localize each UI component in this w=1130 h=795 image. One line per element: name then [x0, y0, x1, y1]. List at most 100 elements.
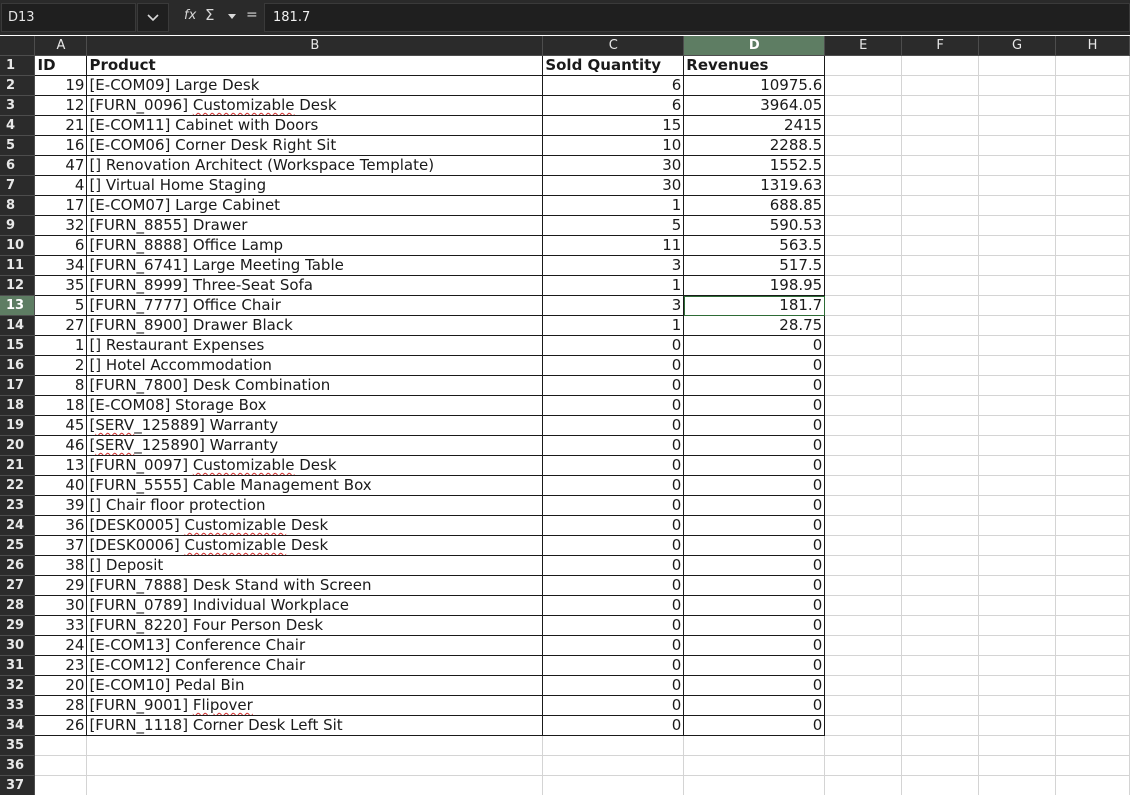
cell-g[interactable] — [978, 435, 1056, 456]
cell-e[interactable] — [824, 115, 903, 136]
cell-g[interactable] — [978, 55, 1056, 76]
cell-e[interactable] — [824, 335, 903, 356]
cell-e[interactable] — [824, 395, 903, 416]
cell-g[interactable] — [978, 635, 1056, 656]
cell-b[interactable] — [86, 735, 544, 756]
row-header[interactable]: 19 — [0, 415, 36, 436]
cell-id[interactable]: 20 — [34, 675, 88, 696]
row-header[interactable]: 24 — [0, 515, 36, 536]
cell-f[interactable] — [901, 255, 980, 276]
cell-revenues[interactable]: 0 — [683, 595, 826, 616]
cell-revenues[interactable]: 0 — [683, 335, 826, 356]
cell-e[interactable] — [824, 175, 903, 196]
cell-h[interactable] — [1055, 335, 1130, 356]
cell-e[interactable] — [824, 135, 903, 156]
cell-revenues[interactable]: 2415 — [683, 115, 826, 136]
cell-f[interactable] — [901, 335, 980, 356]
cell-sold-quantity[interactable]: 3 — [542, 295, 685, 316]
cell-revenues[interactable]: 590.53 — [683, 215, 826, 236]
cell-id[interactable]: 34 — [34, 255, 88, 276]
cell-g[interactable] — [978, 755, 1056, 776]
cell-revenues[interactable]: 2288.5 — [683, 135, 826, 156]
cell-product[interactable]: [] Hotel Accommodation — [86, 355, 544, 376]
cell-sold-quantity[interactable]: 10 — [542, 135, 685, 156]
cell-g[interactable] — [978, 115, 1056, 136]
cell-f[interactable] — [901, 735, 980, 756]
row-header[interactable]: 36 — [0, 755, 36, 776]
cell-f[interactable] — [901, 415, 980, 436]
row-header[interactable]: 18 — [0, 395, 36, 416]
cell-id[interactable]: 5 — [34, 295, 88, 316]
cell-g[interactable] — [978, 195, 1056, 216]
name-box[interactable]: D13 — [1, 3, 136, 32]
cell-id[interactable]: 30 — [34, 595, 88, 616]
cell-e[interactable] — [824, 415, 903, 436]
row-header[interactable]: 16 — [0, 355, 36, 376]
cell-f[interactable] — [901, 455, 980, 476]
cell-id[interactable]: 28 — [34, 695, 88, 716]
cell-h[interactable] — [1055, 515, 1130, 536]
cell-id[interactable]: 29 — [34, 575, 88, 596]
row-header[interactable]: 25 — [0, 535, 36, 556]
cell-sold-quantity[interactable]: 30 — [542, 155, 685, 176]
cell-f[interactable] — [901, 475, 980, 496]
cell-product[interactable]: [] Renovation Architect (Workspace Templ… — [86, 155, 544, 176]
cell-b[interactable] — [86, 755, 544, 776]
cell-f[interactable] — [901, 695, 980, 716]
cell-h[interactable] — [1055, 675, 1130, 696]
cell-id[interactable]: 27 — [34, 315, 88, 336]
row-header[interactable]: 33 — [0, 695, 36, 716]
cell-g[interactable] — [978, 135, 1056, 156]
sum-icon[interactable]: Σ — [205, 6, 214, 24]
cell-g[interactable] — [978, 75, 1056, 96]
cell-f[interactable] — [901, 715, 980, 736]
cell-id[interactable]: 46 — [34, 435, 88, 456]
cell-h[interactable] — [1055, 115, 1130, 136]
cell-sold-quantity[interactable]: 0 — [542, 695, 685, 716]
row-header[interactable]: 5 — [0, 135, 36, 156]
cell-e[interactable] — [824, 735, 903, 756]
row-header[interactable]: 15 — [0, 335, 36, 356]
cell-revenues[interactable]: 0 — [683, 555, 826, 576]
cell-f[interactable] — [901, 75, 980, 96]
cell-e[interactable] — [824, 475, 903, 496]
cell-revenues[interactable]: 0 — [683, 655, 826, 676]
cell-h[interactable] — [1055, 655, 1130, 676]
cell-product[interactable]: [FURN_1118] Corner Desk Left Sit — [86, 715, 544, 736]
cell-id[interactable]: 33 — [34, 615, 88, 636]
cell-product[interactable]: [] Deposit — [86, 555, 544, 576]
cell-revenues[interactable]: 1552.5 — [683, 155, 826, 176]
cell-g[interactable] — [978, 175, 1056, 196]
cell-sold-quantity[interactable]: 0 — [542, 395, 685, 416]
cell-id[interactable]: 32 — [34, 215, 88, 236]
cell-revenues[interactable]: 1319.63 — [683, 175, 826, 196]
cell-h[interactable] — [1055, 315, 1130, 336]
cell-product[interactable]: [] Chair floor protection — [86, 495, 544, 516]
column-header-b[interactable]: B — [86, 36, 544, 56]
cell-product[interactable]: [SERV_125890] Warranty — [86, 435, 544, 456]
cell-h[interactable] — [1055, 535, 1130, 556]
cell-d[interactable] — [683, 775, 826, 795]
cell-h[interactable] — [1055, 555, 1130, 576]
cell-h[interactable] — [1055, 755, 1130, 776]
cell-revenues[interactable]: 0 — [683, 635, 826, 656]
cell-revenues[interactable]: 0 — [683, 515, 826, 536]
cell-id[interactable]: 36 — [34, 515, 88, 536]
row-header[interactable]: 26 — [0, 555, 36, 576]
cell-revenues[interactable]: 0 — [683, 435, 826, 456]
cell-revenues[interactable]: 0 — [683, 455, 826, 476]
cell-f[interactable] — [901, 195, 980, 216]
cell-product[interactable]: [FURN_0789] Individual Workplace — [86, 595, 544, 616]
cell-sold-quantity[interactable]: 0 — [542, 595, 685, 616]
cell-revenues[interactable]: 0 — [683, 375, 826, 396]
row-header[interactable]: 30 — [0, 635, 36, 656]
cell-f[interactable] — [901, 535, 980, 556]
cell-product[interactable]: [FURN_0097] Customizable Desk — [86, 455, 544, 476]
cell-f[interactable] — [901, 235, 980, 256]
cell-revenues[interactable]: 0 — [683, 575, 826, 596]
cell-sold-quantity[interactable]: 0 — [542, 515, 685, 536]
cell-h[interactable] — [1055, 635, 1130, 656]
row-header[interactable]: 31 — [0, 655, 36, 676]
cell-g[interactable] — [978, 675, 1056, 696]
cell-g[interactable] — [978, 355, 1056, 376]
